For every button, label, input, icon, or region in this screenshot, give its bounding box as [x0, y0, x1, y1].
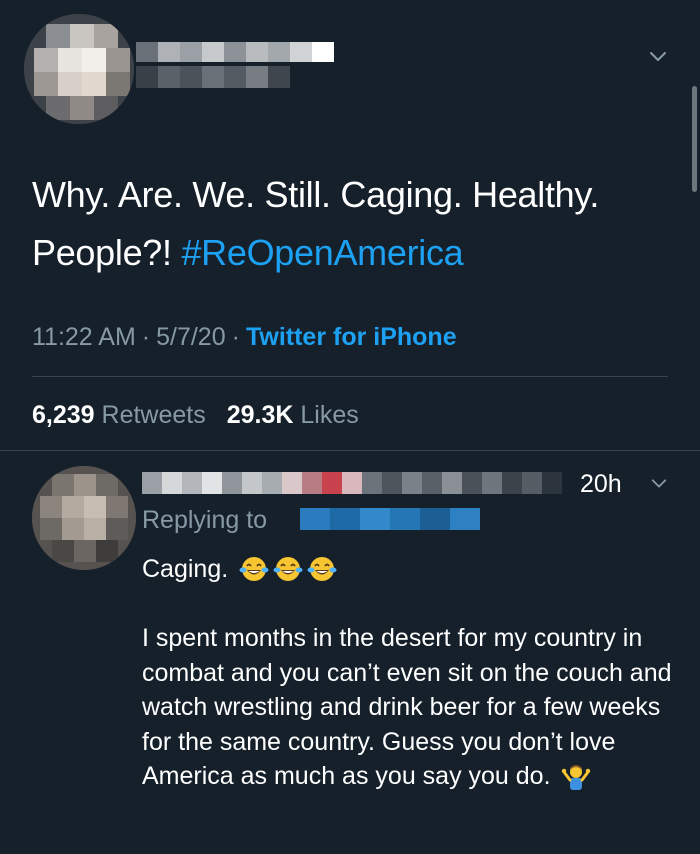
reply-author-avatar[interactable] [32, 466, 136, 570]
chevron-down-icon[interactable] [648, 46, 668, 66]
meta-separator: · [141, 323, 151, 351]
reply-line1: Caging. [142, 555, 229, 583]
retweets-label[interactable]: Retweets [102, 401, 206, 429]
person-shrugging-icon [561, 762, 591, 790]
reply-first-line: Caging. [142, 552, 682, 587]
replying-to-handle-redacted[interactable] [300, 508, 480, 530]
tweet-stats: 6,239 Retweets 29.3K Likes [32, 398, 373, 432]
chevron-down-icon[interactable] [650, 474, 668, 492]
reply-second-paragraph: I spent months in the desert for my coun… [142, 621, 682, 794]
tweet-source-link[interactable]: Twitter for iPhone [246, 323, 457, 351]
author-avatar[interactable] [24, 14, 134, 124]
retweets-count[interactable]: 6,239 [32, 401, 95, 429]
author-name-redacted [136, 38, 346, 92]
meta-separator: · [231, 323, 240, 351]
hashtag-link[interactable]: #ReOpenAmerica [181, 232, 463, 273]
face-with-tears-of-joy-icon [239, 555, 269, 583]
tweet-text: Why. Are. We. Still. Caging. Healthy. Pe… [32, 166, 672, 282]
likes-count[interactable]: 29.3K [227, 401, 294, 429]
face-with-tears-of-joy-icon [273, 555, 303, 583]
reply-body-text: I spent months in the desert for my coun… [142, 624, 672, 790]
reply-author-name-redacted [142, 468, 562, 498]
divider [32, 376, 668, 377]
scrollbar[interactable] [692, 86, 697, 192]
face-with-tears-of-joy-icon [307, 555, 337, 583]
tweet-time: 11:22 AM [32, 323, 136, 351]
divider [0, 450, 700, 451]
replying-to-label: Replying to [142, 506, 268, 534]
tweet-date: 5/7/20 [156, 323, 226, 351]
reply-timestamp[interactable]: 20h [580, 467, 622, 501]
tweet-metadata: 11:22 AM · 5/7/20 · Twitter for iPhone [32, 320, 457, 354]
reply-text: Caging. I spent months in the desert for… [142, 552, 682, 794]
likes-label[interactable]: Likes [300, 401, 358, 429]
